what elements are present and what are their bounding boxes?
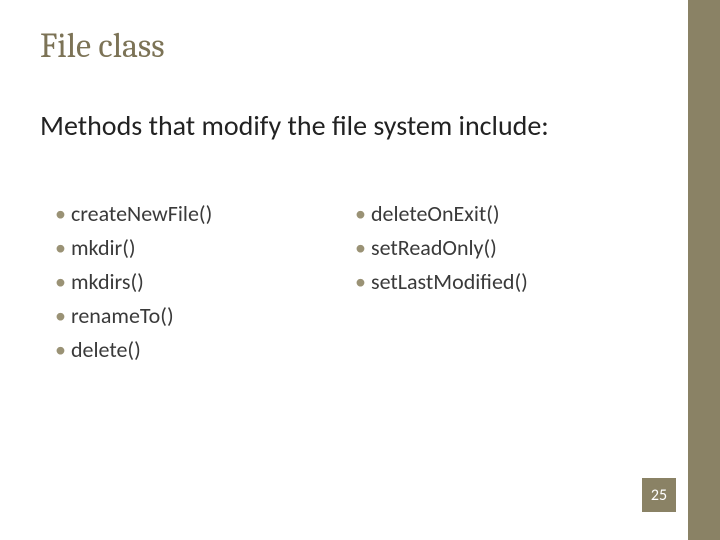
list-item: • renameTo() xyxy=(55,302,355,329)
method-label: setReadOnly() xyxy=(371,234,497,261)
page-number-badge: 25 xyxy=(642,478,676,512)
method-label: delete() xyxy=(71,336,141,363)
bullet-icon: • xyxy=(55,237,66,259)
list-item: • createNewFile() xyxy=(55,200,355,227)
accent-sidebar xyxy=(688,0,720,540)
page-title: File class xyxy=(40,26,165,66)
bullet-icon: • xyxy=(55,271,66,293)
method-label: mkdirs() xyxy=(71,268,144,295)
list-item: • setReadOnly() xyxy=(355,234,655,261)
method-label: createNewFile() xyxy=(71,200,212,227)
bullet-icon: • xyxy=(55,305,66,327)
method-columns: • createNewFile() • mkdir() • mkdirs() •… xyxy=(55,200,655,370)
bullet-icon: • xyxy=(355,203,366,225)
bullet-icon: • xyxy=(355,237,366,259)
method-label: renameTo() xyxy=(71,302,174,329)
bullet-icon: • xyxy=(55,339,66,361)
method-label: deleteOnExit() xyxy=(371,200,500,227)
page-number: 25 xyxy=(651,486,667,505)
bullet-icon: • xyxy=(355,271,366,293)
method-label: setLastModified() xyxy=(371,268,528,295)
subtitle-text: Methods that modify the file system incl… xyxy=(40,110,660,142)
list-item: • delete() xyxy=(55,336,355,363)
list-item: • setLastModified() xyxy=(355,268,655,295)
method-label: mkdir() xyxy=(71,234,136,261)
bullet-icon: • xyxy=(55,203,66,225)
list-item: • mkdir() xyxy=(55,234,355,261)
list-item: • mkdirs() xyxy=(55,268,355,295)
right-column: • deleteOnExit() • setReadOnly() • setLa… xyxy=(355,200,655,370)
left-column: • createNewFile() • mkdir() • mkdirs() •… xyxy=(55,200,355,370)
list-item: • deleteOnExit() xyxy=(355,200,655,227)
